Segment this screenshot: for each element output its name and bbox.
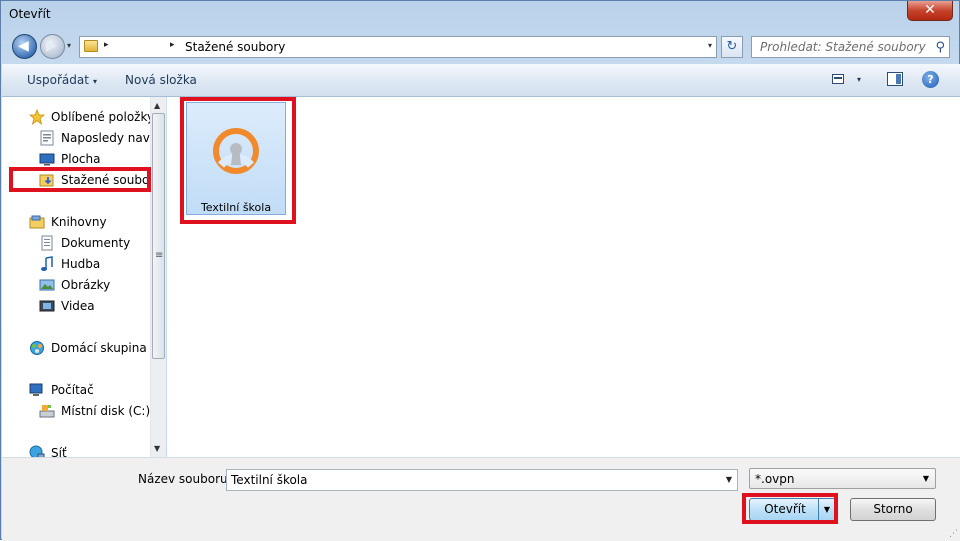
new-folder-button[interactable]: Nová složka bbox=[125, 73, 197, 87]
recent-places-icon bbox=[40, 130, 54, 146]
search-placeholder: Prohledat: Stažené soubory bbox=[760, 40, 926, 54]
homegroup-icon bbox=[30, 341, 44, 355]
organize-label: Uspořádat bbox=[27, 73, 89, 87]
network-icon bbox=[29, 445, 45, 457]
documents-icon bbox=[41, 235, 53, 251]
file-type-select[interactable]: *.ovpn ▼ bbox=[749, 468, 936, 489]
music-icon bbox=[41, 256, 53, 271]
open-button[interactable]: Otevřít ▼ bbox=[749, 498, 836, 521]
sidebar-item-label: Stažené soubory bbox=[61, 173, 150, 187]
filename-label: Název souboru: bbox=[138, 472, 232, 486]
address-bar[interactable]: ▸ ▸ Stažené soubory ▾ bbox=[79, 36, 717, 58]
chevron-down-icon[interactable]: ▼ bbox=[726, 475, 732, 484]
scrollbar-thumb[interactable] bbox=[152, 113, 165, 359]
sidebar-item-label: Síť bbox=[51, 446, 67, 457]
open-file-dialog: Otevřít ✕ ◀ ▶ ▾ ▸ ▸ Stažené soubory ▾ ↻ … bbox=[0, 0, 960, 541]
title-bar[interactable]: Otevřít ✕ bbox=[1, 1, 959, 31]
preview-pane-icon[interactable] bbox=[887, 72, 903, 86]
folder-icon bbox=[84, 40, 98, 52]
sidebar-item-label: Hudba bbox=[61, 257, 101, 271]
sidebar-item-label: Knihovny bbox=[51, 215, 107, 229]
help-icon[interactable]: ? bbox=[922, 71, 939, 88]
sidebar-item-label: Dokumenty bbox=[61, 236, 131, 250]
navigation-pane: Oblíbené položky Naposledy navštívené Pl… bbox=[2, 97, 150, 457]
sidebar-item-label: Počítač bbox=[51, 383, 94, 397]
sidebar-item-label: Oblíbené položky bbox=[51, 110, 150, 124]
filename-value: Textilní škola bbox=[231, 473, 308, 487]
pictures-icon bbox=[39, 279, 55, 291]
scroll-down-arrow-icon[interactable]: ▼ bbox=[154, 444, 160, 453]
sidebar-item-label: Domácí skupina bbox=[51, 341, 147, 355]
file-type-value: *.ovpn bbox=[755, 472, 795, 486]
recent-pages-dropdown[interactable]: ▾ bbox=[67, 41, 71, 50]
breadcrumb-downloads[interactable]: Stažené soubory bbox=[185, 40, 285, 54]
filename-field[interactable]: Textilní škola ▼ bbox=[226, 469, 738, 491]
view-options-chevron-icon[interactable]: ▾ bbox=[857, 75, 861, 84]
videos-icon bbox=[39, 300, 55, 312]
scrollbar-grip-icon: ≡ bbox=[155, 250, 164, 261]
resize-grip-icon[interactable]: ⋰ bbox=[949, 529, 958, 539]
window-title: Otevřít bbox=[9, 7, 51, 21]
sidebar-item-label: Obrázky bbox=[61, 278, 111, 292]
command-bar: Uspořádat ▾ Nová složka ▾ ? bbox=[2, 64, 960, 97]
open-options-dropdown[interactable]: ▼ bbox=[818, 499, 835, 520]
local-disk-icon bbox=[39, 405, 55, 418]
sidebar-item-label: Plocha bbox=[61, 152, 101, 166]
sidebar-item-label: Naposledy navštívené bbox=[61, 131, 150, 145]
file-name: Textilní škola bbox=[200, 201, 272, 214]
search-input[interactable]: Prohledat: Stažené soubory ⚲ bbox=[751, 36, 950, 58]
file-item[interactable]: Textilní škola bbox=[186, 102, 286, 215]
computer-icon bbox=[29, 383, 43, 396]
dialog-footer: Název souboru: Textilní škola ▼ *.ovpn ▼… bbox=[2, 457, 960, 541]
breadcrumb-chevron-icon[interactable]: ▸ bbox=[170, 40, 175, 50]
organize-button[interactable]: Uspořádat ▾ bbox=[27, 73, 97, 87]
breadcrumb-chevron-icon[interactable]: ▸ bbox=[104, 40, 109, 50]
scrollbar-track[interactable]: ≡ bbox=[152, 113, 165, 458]
refresh-button[interactable]: ↻ bbox=[721, 36, 743, 58]
back-arrow-icon: ◀ bbox=[18, 38, 29, 54]
close-icon: ✕ bbox=[924, 2, 936, 18]
refresh-icon: ↻ bbox=[726, 39, 738, 54]
close-button[interactable]: ✕ bbox=[907, 1, 953, 21]
back-button[interactable]: ◀ bbox=[12, 34, 37, 59]
openvpn-config-icon bbox=[213, 128, 259, 174]
open-button-label: Otevřít bbox=[764, 502, 806, 516]
change-view-icon[interactable] bbox=[832, 72, 848, 86]
downloads-folder-icon bbox=[39, 174, 54, 187]
navigation-bar: ◀ ▶ ▾ ▸ ▸ Stažené soubory ▾ ↻ Prohledat:… bbox=[1, 31, 959, 63]
cancel-button[interactable]: Storno bbox=[850, 498, 936, 521]
forward-arrow-icon: ▶ bbox=[46, 38, 57, 54]
address-dropdown-icon[interactable]: ▾ bbox=[708, 41, 712, 50]
file-list[interactable]: Textilní škola bbox=[167, 97, 960, 457]
chevron-down-icon: ▼ bbox=[922, 474, 929, 483]
chevron-down-icon: ▾ bbox=[92, 77, 97, 86]
navigation-scrollbar[interactable]: ▲ ≡ ▼ bbox=[150, 97, 166, 457]
scroll-up-arrow-icon[interactable]: ▲ bbox=[154, 101, 160, 110]
sidebar-item-label: Videa bbox=[61, 299, 95, 313]
star-icon bbox=[29, 109, 45, 125]
libraries-icon bbox=[29, 215, 45, 229]
desktop-icon bbox=[39, 153, 55, 166]
sidebar-item-label: Místní disk (C:) bbox=[61, 404, 150, 418]
forward-button[interactable]: ▶ bbox=[40, 34, 65, 59]
search-icon[interactable]: ⚲ bbox=[935, 40, 945, 55]
